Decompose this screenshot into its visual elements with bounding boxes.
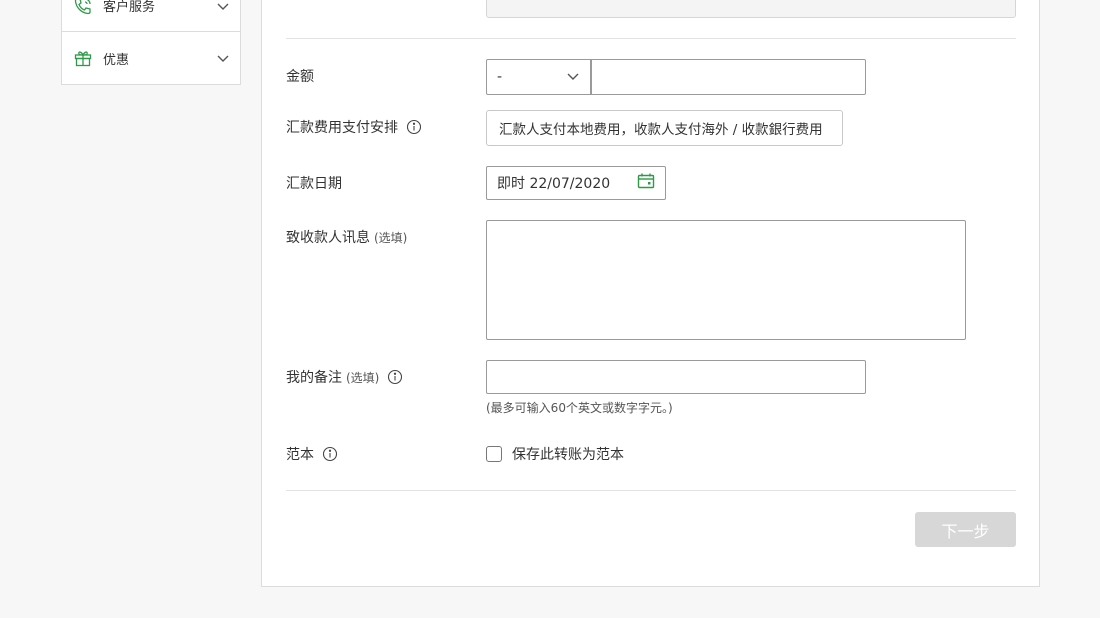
template-label-text: 范本 [286, 447, 314, 463]
sidebar-item-customer-service[interactable]: 客户服务 [62, 0, 240, 32]
date-value: 即时 22/07/2020 [497, 176, 611, 192]
phone-support-icon [73, 0, 93, 16]
amount-label-text: 金额 [286, 69, 314, 85]
divider [286, 38, 1016, 39]
currency-select[interactable]: - [486, 59, 591, 95]
next-button[interactable]: 下一步 [915, 512, 1016, 547]
info-icon[interactable] [387, 369, 403, 385]
currency-select-value: - [497, 69, 503, 85]
note-label: 我的备注 (选填) [286, 367, 403, 387]
previous-field [486, 0, 1016, 18]
chevron-down-icon [216, 0, 230, 13]
date-picker[interactable]: 即时 22/07/2020 [486, 166, 666, 200]
sidebar-item-label: 优惠 [103, 52, 130, 68]
note-hint: (最多可输入60个英文或数字字元。) [486, 401, 673, 415]
save-template-label: 保存此转账为范本 [512, 447, 624, 463]
chevron-down-icon [566, 68, 580, 87]
sidebar: 客户服务 优惠 [61, 0, 241, 85]
save-template-checkbox[interactable] [486, 446, 502, 462]
amount-label: 金额 [286, 66, 314, 86]
template-label: 范本 [286, 444, 338, 464]
chevron-down-icon [216, 51, 230, 65]
save-template-checkbox-row[interactable]: 保存此转账为范本 [486, 444, 624, 464]
calendar-icon[interactable] [637, 172, 655, 194]
divider [286, 490, 1016, 491]
sidebar-item-label: 客户服务 [103, 0, 156, 15]
transfer-form-card: 金额 - 汇款费用支付安排 汇款人支付本地费用，收款人支付海外 / 收款銀行费用… [261, 0, 1040, 587]
message-label: 致收款人讯息 (选填) [286, 227, 407, 247]
fee-arrangement-select[interactable]: 汇款人支付本地费用，收款人支付海外 / 收款銀行费用 [486, 110, 843, 146]
gift-icon [73, 48, 93, 68]
message-textarea[interactable] [486, 220, 966, 340]
sidebar-item-offers[interactable]: 优惠 [62, 32, 240, 84]
fee-label: 汇款费用支付安排 [286, 117, 422, 137]
info-icon[interactable] [322, 446, 338, 462]
fee-label-text: 汇款费用支付安排 [286, 120, 398, 136]
optional-tag: (选填) [346, 370, 380, 385]
info-icon[interactable] [406, 119, 422, 135]
fee-arrangement-value: 汇款人支付本地费用，收款人支付海外 / 收款銀行费用 [499, 122, 823, 138]
date-label: 汇款日期 [286, 173, 342, 193]
amount-input[interactable] [591, 59, 866, 95]
message-label-text: 致收款人讯息 [286, 230, 370, 246]
note-input[interactable] [486, 360, 866, 394]
note-label-text: 我的备注 [286, 370, 342, 386]
optional-tag: (选填) [374, 230, 408, 245]
date-label-text: 汇款日期 [286, 176, 342, 192]
